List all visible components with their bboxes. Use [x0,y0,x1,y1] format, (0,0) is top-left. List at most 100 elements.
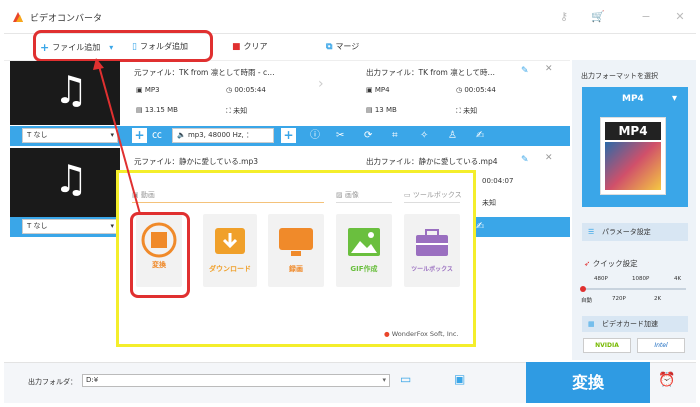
crop-icon[interactable]: ⌗ [392,128,398,144]
toolbox-tile[interactable]: ツールボックス [404,214,460,287]
output-folder-input[interactable]: D:¥ ▾ [82,374,390,387]
quality-auto: 自動 [581,298,593,304]
quality-4k: 4K [674,276,682,282]
clear-button[interactable]: ■ クリア [232,41,268,52]
music-note-icon: ♫ [54,157,89,201]
music-note-icon: ♫ [54,68,89,112]
effects-icon[interactable]: ✧ [420,128,428,144]
subtitle-value: なし [33,131,48,139]
category-divider [132,202,324,203]
source-duration: ◷ 00:05:44 [226,86,266,94]
output-filename: 出力ファイル：静かに愛している.mp4 [366,157,498,166]
wonderfox-logo-icon: ● [384,330,390,338]
cc-icon[interactable]: ㏄ [152,128,162,144]
output-format: ▣ MP4 [366,86,390,94]
gpu-accel-toggle[interactable]: ▦ ビデオカード加速 [582,316,688,332]
subtitle-value: なし [33,222,48,230]
output-resolution: ⛶ 未知 [456,107,478,115]
chevron-down-icon: ▾ [110,222,114,230]
chevron-down-icon: ▾ [672,93,678,104]
category-toolbox-label: ツールボックス [412,191,462,199]
category-image: ▨ 画像 [336,191,359,199]
edit-icon[interactable]: ✍ [476,219,484,235]
toolbox-tile-label: ツールボックス [411,266,453,273]
edit-icon[interactable]: ✍ [476,128,484,144]
annotation-arrow [93,58,141,215]
toolbox-icon [416,229,448,256]
output-res-value: 未知 [463,107,478,115]
output-duration: ◷ 00:05:44 [456,86,496,94]
edit-pencil-icon[interactable]: ✎ [521,155,529,165]
quick-settings-heading: ➶ クイック設定 [584,258,638,269]
params-button[interactable]: ☰ パラメータ設定 [582,223,688,241]
quick-settings-label: クイック設定 [592,259,638,268]
arrow-right-icon: › [318,76,324,92]
app-title: ビデオコンバータ [30,14,103,24]
category-divider [404,202,460,203]
gpu-icon: ▦ [588,320,595,328]
output-folder-value: D:¥ [86,376,99,384]
brand-text: WonderFox Soft, Inc. [391,330,459,338]
alarm-clock-icon[interactable]: ⏰ [658,372,675,388]
brand-footer: ● WonderFox Soft, Inc. [384,330,459,338]
remove-file-icon[interactable]: ✕ [545,153,553,163]
download-tile-label: ダウンロード [209,265,251,273]
download-tile[interactable]: ダウンロード [203,214,257,287]
merge-icon: ⧉ [326,41,333,52]
clear-label: クリア [243,42,268,51]
source-duration-value: 00:05:44 [234,86,266,94]
quality-slider[interactable] [584,288,686,290]
nvidia-badge: NVIDIA [583,338,631,353]
rotate-icon[interactable]: ⟳ [364,128,372,144]
quality-1080p: 1080P [632,276,650,282]
audio-track-select[interactable]: 🔈 mp3, 48000 Hz, ： [172,128,274,143]
screen-record-icon [279,228,313,256]
source-res-value: 未知 [233,107,248,115]
quality-720p: 720P [612,296,626,302]
format-artwork [605,142,661,190]
merge-button[interactable]: ⧉ マージ [326,41,359,52]
browse-folder-icon[interactable]: ▭ [400,372,411,386]
merge-label: マージ [335,42,360,51]
remove-file-icon[interactable]: ✕ [545,64,553,74]
output-format-value: MP4 [374,86,390,94]
audio-track-value: mp3, 48000 Hz, ： [187,131,254,139]
cart-icon[interactable]: 🛒 [590,9,606,25]
cut-icon[interactable]: ✂ [336,128,344,144]
open-folder-icon[interactable]: ▣ [454,372,465,386]
mp4-format-icon: MP4 [600,117,666,195]
mp4-icon-text: MP4 [605,122,661,140]
source-filename: 元ファイル：TK from 凛として時雨 - c… [134,68,275,77]
intel-badge: Intel [637,338,685,353]
close-window-icon[interactable]: ✕ [672,9,688,25]
record-tile-label: 録画 [289,265,303,273]
chevron-down-icon: ▾ [382,376,386,384]
source-resolution: ⛶ 未知 [226,107,248,115]
output-size-value: 13 MB [374,106,397,114]
output-res-value: 未知 [482,199,496,207]
highlight-convert-tile [130,212,190,298]
edit-pencil-icon[interactable]: ✎ [521,66,529,76]
output-duration-value: 00:04:07 [482,177,514,185]
format-selected-label: MP4 [622,94,644,104]
category-image-label: 画像 [344,191,359,199]
gif-maker-tile[interactable]: GIF作成 [336,214,392,287]
rocket-icon: ➶ [584,259,591,268]
watermark-icon[interactable]: ♙ [448,128,457,144]
quality-480p: 480P [594,276,608,282]
source-filename: 元ファイル：静かに愛している.mp3 [134,157,258,166]
image-gif-icon [348,228,380,256]
minimize-icon[interactable]: − [638,9,654,25]
record-tile[interactable]: 録画 [268,214,324,287]
key-icon[interactable]: ⚷ [556,9,572,25]
output-duration-value: 00:05:44 [464,86,496,94]
subtitle-select[interactable]: T なし ▾ [22,219,118,234]
convert-button[interactable]: 変換 [526,362,650,403]
info-icon[interactable]: ⓘ [310,128,320,144]
add-audio-button[interactable]: + [281,128,296,143]
sliders-icon: ☰ [588,228,595,236]
quality-slider-handle[interactable] [580,286,586,292]
output-size: ▤ 13 MB [366,106,397,114]
output-folder-label: 出力フォルダ： [28,378,77,386]
gpu-accel-label: ビデオカード加速 [602,320,658,328]
